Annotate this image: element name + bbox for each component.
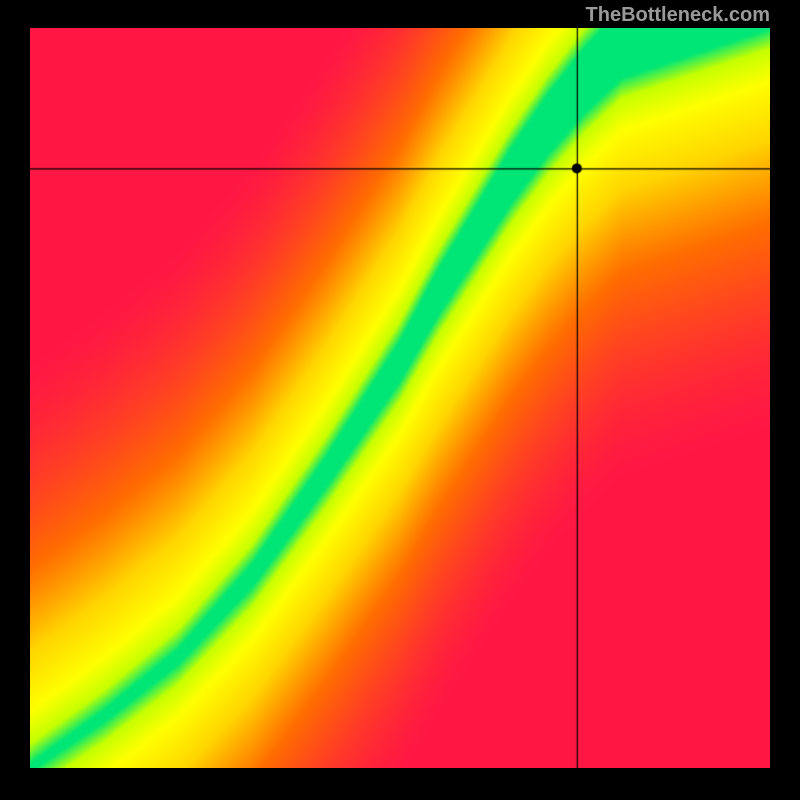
chart-container: TheBottleneck.com xyxy=(0,0,800,800)
heatmap-canvas xyxy=(30,28,770,768)
watermark-text: TheBottleneck.com xyxy=(586,4,770,27)
heatmap-plot xyxy=(30,28,770,768)
